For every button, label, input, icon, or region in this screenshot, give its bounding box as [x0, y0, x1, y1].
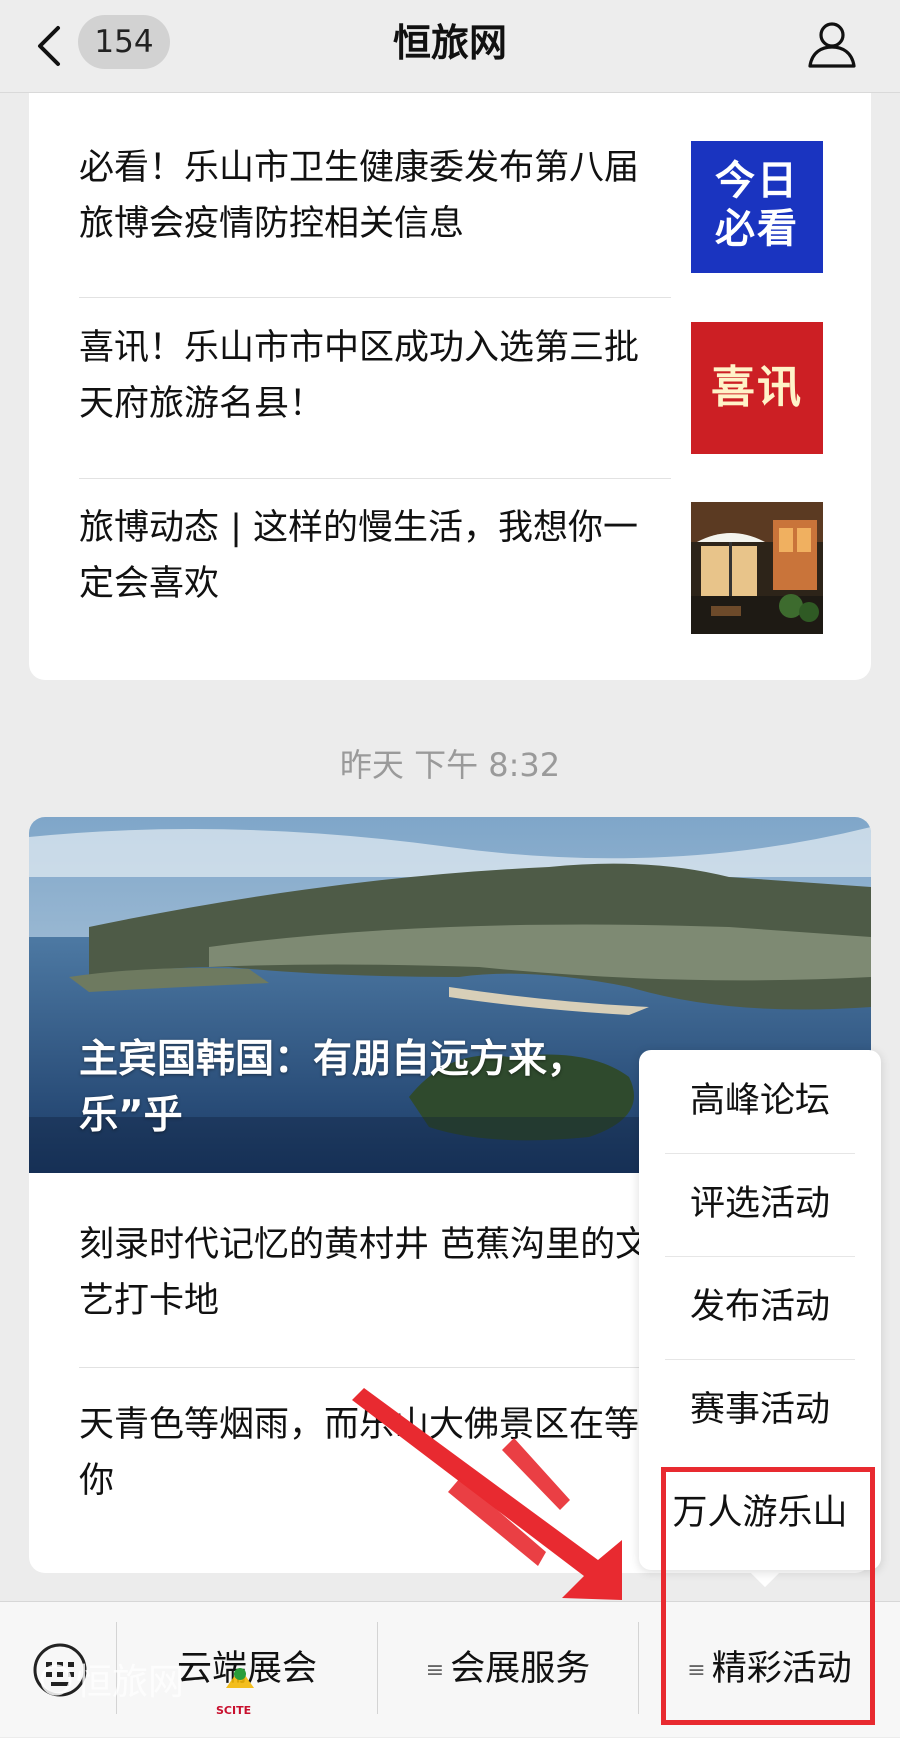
article-title-5[interactable]: 天青色等烟雨，而乐山大佛景区在等你 — [79, 1397, 671, 1509]
thumb-2-text: 喜讯 — [711, 362, 803, 413]
menu-activities-label: 精彩活动 — [711, 1649, 852, 1689]
article-title-4[interactable]: 刻录时代记忆的黄村井 芭蕉沟里的文艺打卡地 — [79, 1217, 671, 1329]
menu-expo-service[interactable]: ≡ 会展服务 — [378, 1602, 638, 1737]
menu-lines-icon: ≡ — [687, 1658, 706, 1683]
menu-cloud-expo-label: 云端展会 — [176, 1649, 317, 1689]
menu-activities[interactable]: ≡ 精彩活动 — [639, 1602, 900, 1737]
unread-count-badge[interactable]: 154 — [78, 15, 170, 69]
back-arrow-icon[interactable] — [30, 22, 70, 70]
article-thumb-1[interactable]: 今日 必看 — [691, 141, 823, 273]
divider — [79, 297, 671, 298]
submenu-item-tour-leshan[interactable]: 万人游乐山 — [639, 1462, 881, 1565]
submenu-item-contest[interactable]: 赛事活动 — [639, 1359, 881, 1462]
menu-lines-icon: ≡ — [425, 1658, 445, 1683]
divider — [79, 1367, 671, 1368]
thumb-1-line2: 必看 — [715, 206, 799, 252]
submenu-item-release[interactable]: 发布活动 — [639, 1256, 881, 1359]
nav-bar: 154 恒旅网 — [0, 0, 900, 93]
article-thumb-2[interactable]: 喜讯 — [691, 322, 823, 454]
submenu-item-selection[interactable]: 评选活动 — [639, 1153, 881, 1256]
article-title-2[interactable]: 喜讯！乐山市市中区成功入选第三批天府旅游名县！ — [79, 320, 671, 432]
menu-expo-service-label: 会展服务 — [450, 1649, 591, 1689]
divider — [79, 478, 671, 479]
hero-title-line2: 乐”乎 — [79, 1093, 183, 1138]
hero-title-line1: 主宾国韩国：有朋自远方来， — [79, 1037, 587, 1082]
menu-cloud-expo[interactable]: 云端展会 — [117, 1602, 377, 1737]
article-card: 必看！乐山市卫生健康委发布第八届旅博会疫情防控相关信息 今日 必看 喜讯！乐山市… — [29, 92, 871, 680]
keyboard-toggle-icon[interactable] — [32, 1642, 88, 1698]
bottom-menu-bar: 云端展会 ≡ 会展服务 ≡ 精彩活动 恒旅网 SCITE — [0, 1601, 900, 1737]
thumb-1-line1: 今日 — [715, 158, 799, 204]
profile-icon[interactable] — [806, 18, 858, 70]
article-title-1[interactable]: 必看！乐山市卫生健康委发布第八届旅博会疫情防控相关信息 — [79, 140, 671, 252]
article-title-3[interactable]: 旅博动态 | 这样的慢生活，我想你一定会喜欢 — [79, 500, 671, 612]
submenu-popup: 高峰论坛 评选活动 发布活动 赛事活动 万人游乐山 — [639, 1050, 881, 1570]
submenu-item-forum[interactable]: 高峰论坛 — [639, 1050, 881, 1153]
message-timestamp: 昨天 下午 8:32 — [339, 746, 561, 784]
cafe-photo-thumb[interactable] — [691, 502, 823, 634]
